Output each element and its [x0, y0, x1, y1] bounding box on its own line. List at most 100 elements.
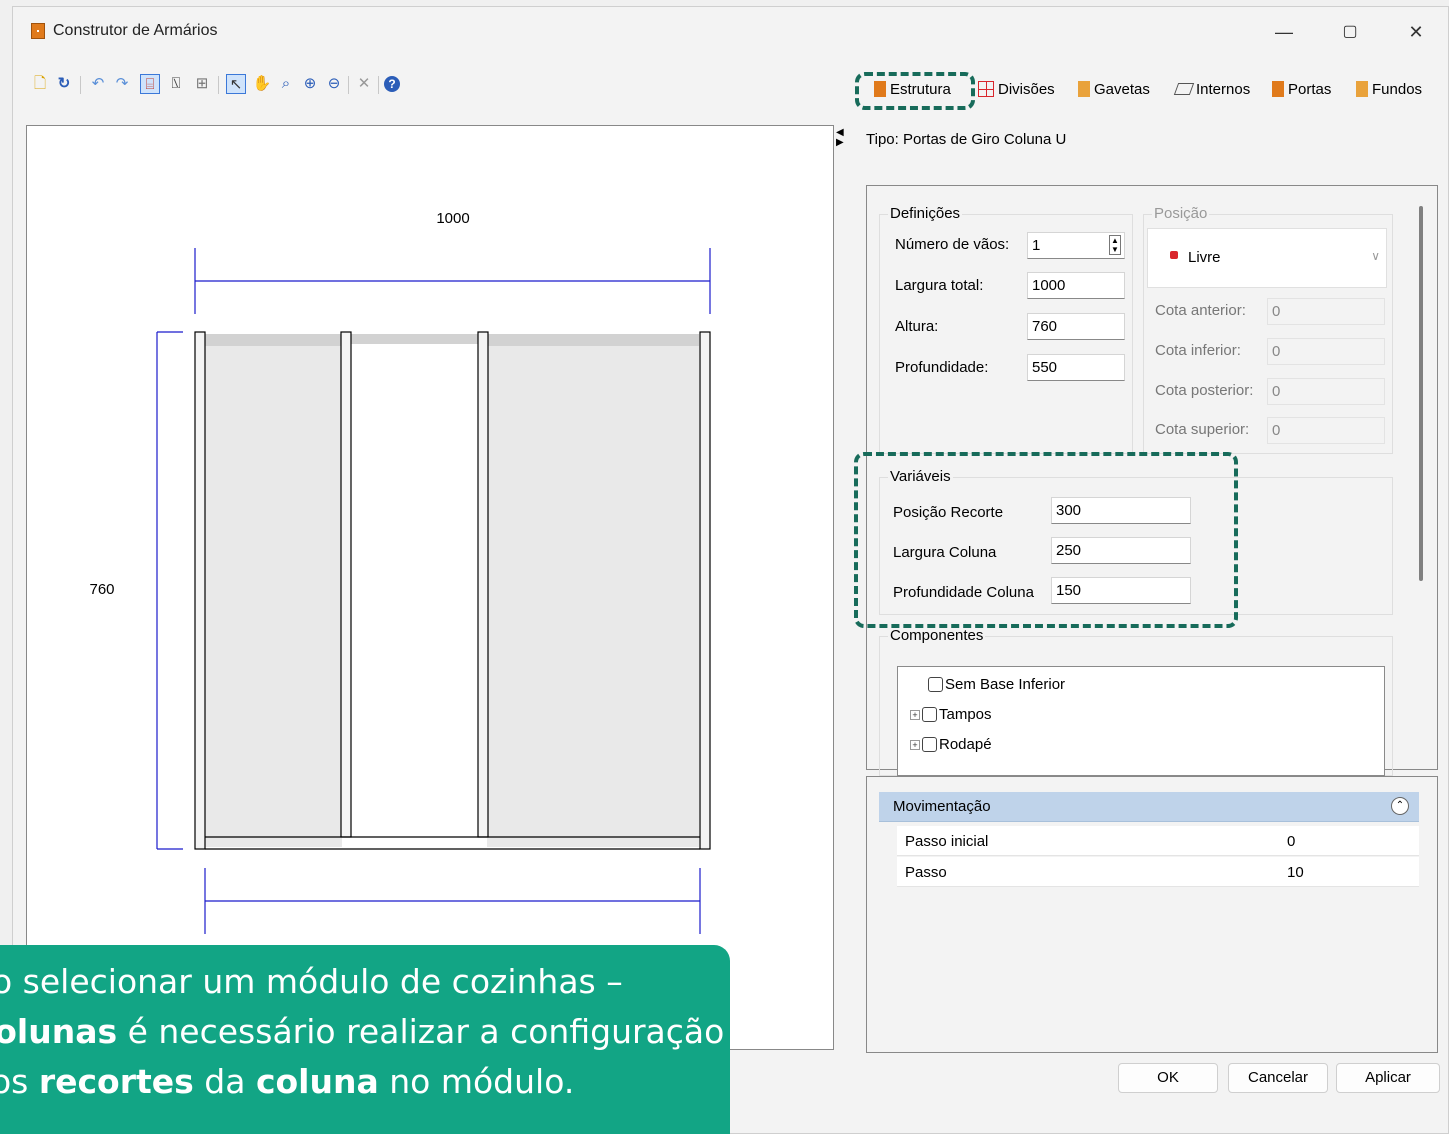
maximize-button[interactable]: ▢	[1327, 17, 1373, 47]
callout-line-2-rest: é necessário realizar a configuração	[117, 1012, 725, 1051]
cota-inferior-label: Cota inferior:	[1155, 342, 1241, 359]
toolbar: 🗋 ↻ ↶ ↷ ⌸ ⍂ ⊞ ↖ ✋ ⌕ ⊕ ⊖ ✕ ?	[12, 72, 552, 100]
redo-icon[interactable]: ↷	[112, 74, 132, 94]
cota-inferior-field[interactable]: 0	[1267, 338, 1385, 365]
row-value[interactable]: 10	[1287, 864, 1304, 881]
door-icon	[1272, 81, 1284, 97]
select-pointer-icon[interactable]: ↖	[226, 74, 246, 94]
tab-label: Fundos	[1372, 80, 1423, 98]
row-value[interactable]: 0	[1287, 833, 1295, 850]
cota-superior-field[interactable]: 0	[1267, 417, 1385, 444]
variaveis-highlight	[854, 452, 1238, 628]
window-title: Construtor de Armários	[53, 22, 218, 39]
back-panel-icon	[1356, 81, 1368, 97]
title-bar: Construtor de Armários — ▢ ✕	[13, 7, 1448, 57]
callout-line-2: Colunas é necessário realizar a configur…	[0, 1007, 724, 1056]
callout-bold-recortes: recortes	[38, 1062, 194, 1101]
undo-icon[interactable]: ↶	[88, 74, 108, 94]
callout-text: dos	[0, 1062, 29, 1101]
checkbox[interactable]	[928, 677, 943, 692]
grid-icon	[978, 81, 994, 97]
tree-item-label: Rodapé	[939, 736, 992, 753]
tree-item-label: Sem Base Inferior	[945, 676, 1066, 693]
callout-text: da	[193, 1062, 256, 1101]
tipo-label: Tipo: Portas de Giro Coluna U	[866, 131, 1067, 148]
cota-posterior-field[interactable]: 0	[1267, 378, 1385, 405]
posicao-marker-icon	[1170, 251, 1178, 259]
altura-field[interactable]: 760	[1027, 313, 1125, 340]
refresh-icon[interactable]: ↻	[54, 74, 74, 94]
definicoes-title: Definições	[888, 205, 963, 222]
checkbox[interactable]	[922, 737, 937, 752]
largura-total-label: Largura total:	[895, 277, 984, 294]
height-dimension-label: 760	[89, 581, 114, 598]
tree-item-label: Tampos	[939, 706, 992, 723]
zoom-in-icon[interactable]: ⊕	[300, 74, 320, 94]
tab-label: Gavetas	[1094, 80, 1150, 98]
tab-label: Internos	[1196, 80, 1251, 98]
ok-button[interactable]: OK	[1118, 1063, 1218, 1093]
tab-gavetas[interactable]: Gavetas	[1078, 78, 1150, 100]
tab-portas[interactable]: Portas	[1272, 78, 1331, 100]
posicao-select[interactable]: Livre ∨	[1147, 228, 1387, 288]
tab-divisoes[interactable]: Divisões	[978, 78, 1055, 100]
callout-bold-coluna: coluna	[255, 1062, 379, 1101]
expand-plus-icon[interactable]: +	[910, 739, 920, 750]
pan-hand-icon[interactable]: ✋	[252, 74, 272, 94]
tree-item-rodape[interactable]: + Rodapé	[910, 736, 992, 753]
movimentacao-title: Movimentação	[893, 798, 991, 815]
componentes-title: Componentes	[888, 627, 986, 644]
movimentacao-header[interactable]: Movimentação ⌃	[879, 792, 1419, 822]
front-view-icon[interactable]: ⍂	[166, 74, 186, 94]
tab-internos[interactable]: Internos	[1173, 78, 1251, 100]
tab-label: Divisões	[998, 80, 1055, 98]
callout-line-3: dos recortes da coluna no módulo.	[0, 1057, 574, 1106]
zoom-window-icon[interactable]: ⌕	[276, 74, 296, 94]
delete-icon[interactable]: ✕	[354, 74, 374, 94]
drawer-icon	[1078, 81, 1090, 97]
expand-plus-icon[interactable]: +	[910, 709, 920, 720]
estrutura-highlight	[855, 72, 975, 110]
largura-total-field[interactable]: 1000	[1027, 272, 1125, 299]
cota-posterior-label: Cota posterior:	[1155, 382, 1254, 399]
tree-item-sem-base-inferior[interactable]: Sem Base Inferior	[928, 676, 1065, 693]
cota-anterior-label: Cota anterior:	[1155, 302, 1246, 319]
zoom-out-icon[interactable]: ⊖	[324, 74, 344, 94]
tab-fundos[interactable]: Fundos	[1356, 78, 1422, 100]
posicao-title: Posição	[1152, 205, 1210, 222]
edit-view-icon[interactable]: ⌸	[140, 74, 160, 94]
profundidade-field[interactable]: 550	[1027, 354, 1125, 381]
callout-bold-colunas: Colunas	[0, 1012, 118, 1051]
componentes-tree[interactable]: Sem Base Inferior + Tampos + Rodapé	[897, 666, 1385, 776]
cota-anterior-field[interactable]: 0	[1267, 298, 1385, 325]
tree-item-tampos[interactable]: + Tampos	[910, 706, 992, 723]
cota-superior-label: Cota superior:	[1155, 421, 1250, 438]
numero-vaos-stepper[interactable]: 1 ▲ ▼	[1027, 232, 1125, 259]
spin-arrows-icon[interactable]: ▲ ▼	[1109, 235, 1121, 255]
numero-vaos-label: Número de vãos:	[895, 236, 1010, 253]
table-row[interactable]: Passo inicial 0	[897, 826, 1419, 856]
new-icon[interactable]: 🗋	[30, 74, 50, 94]
tab-label: Portas	[1288, 80, 1332, 98]
close-button[interactable]: ✕	[1393, 17, 1439, 47]
row-key: Passo	[905, 864, 947, 881]
width-dimension-label: 1000	[436, 210, 469, 227]
vertical-scrollbar[interactable]	[1419, 206, 1423, 581]
minimize-button[interactable]: —	[1261, 17, 1307, 47]
drawing-canvas[interactable]: 1000 760	[26, 125, 834, 1050]
cancel-button[interactable]: Cancelar	[1228, 1063, 1328, 1093]
movimentacao-panel: Movimentação ⌃ Passo inicial 0 Passo 10	[866, 776, 1438, 1053]
collapse-up-icon[interactable]: ⌃	[1391, 797, 1409, 815]
callout-text: no módulo.	[378, 1062, 575, 1101]
help-icon[interactable]: ?	[384, 76, 400, 92]
grid-view-icon[interactable]: ⊞	[192, 74, 212, 94]
apply-button[interactable]: Aplicar	[1336, 1063, 1440, 1093]
table-row[interactable]: Passo 10	[897, 857, 1419, 887]
numero-vaos-value: 1	[1032, 237, 1041, 254]
checkbox[interactable]	[922, 707, 937, 722]
collapse-panel-toggle-icon[interactable]: ◀ ▶	[836, 128, 850, 154]
profundidade-label: Profundidade:	[895, 359, 989, 376]
tip-callout: Ao selecionar um módulo de cozinhas – Co…	[0, 945, 730, 1134]
callout-line-1: Ao selecionar um módulo de cozinhas –	[0, 962, 623, 1001]
altura-label: Altura:	[895, 318, 939, 335]
